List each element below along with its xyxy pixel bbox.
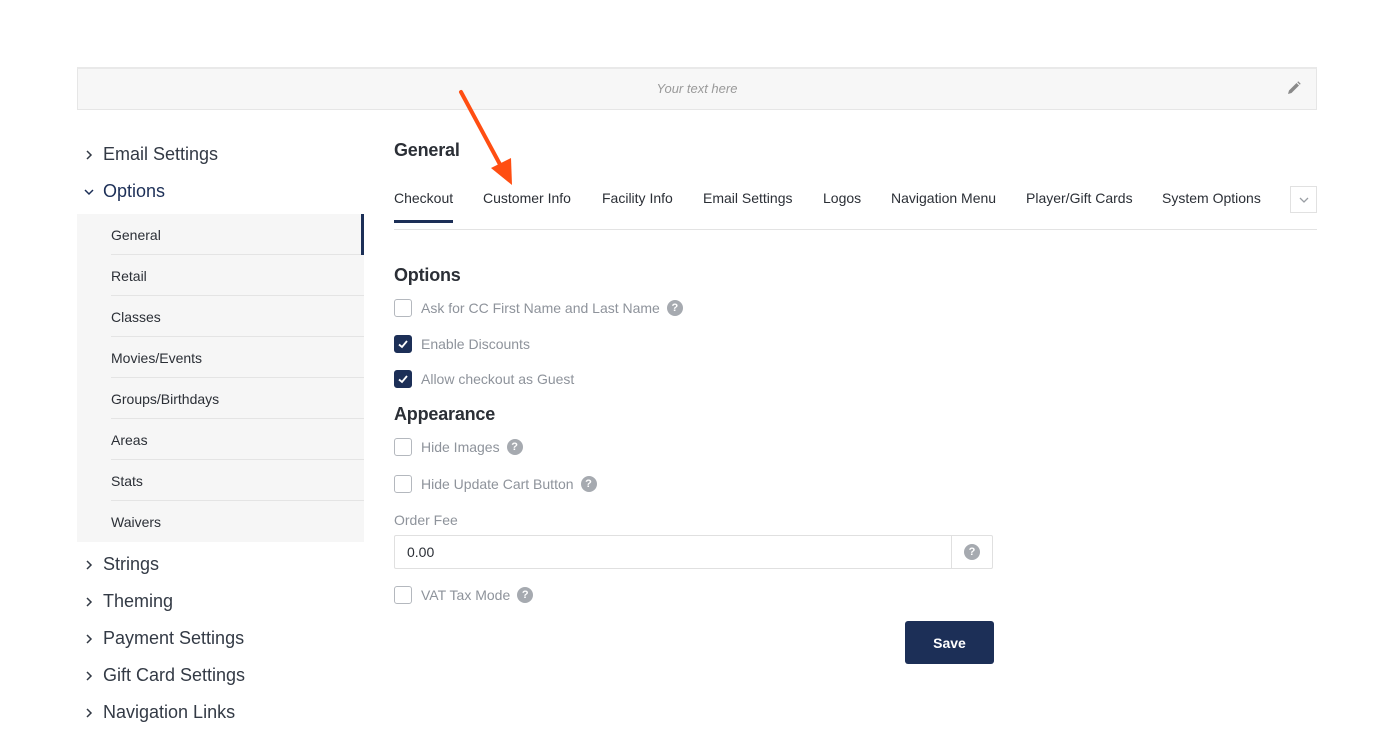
sidebar-group-options[interactable]: Options bbox=[77, 173, 364, 210]
vat-tax-mode-checkbox[interactable] bbox=[394, 586, 412, 604]
order-fee-help[interactable]: ? bbox=[951, 536, 992, 568]
options-heading: Options bbox=[394, 265, 461, 285]
option-hide-update-cart: Hide Update Cart Button ? bbox=[394, 474, 597, 494]
hide-update-cart-checkbox[interactable] bbox=[394, 475, 412, 493]
option-vat-tax-mode: VAT Tax Mode ? bbox=[394, 585, 534, 605]
settings-sidebar: Email Settings Options General Retail Cl… bbox=[77, 136, 364, 731]
chevron-right-icon bbox=[86, 633, 93, 644]
hide-images-checkbox[interactable] bbox=[394, 438, 412, 456]
sidebar-item-stats[interactable]: Stats bbox=[77, 460, 364, 501]
enable-discounts-checkbox[interactable] bbox=[394, 335, 412, 353]
sidebar-group-label: Email Settings bbox=[103, 144, 219, 164]
tab-facility-info[interactable]: Facility Info bbox=[602, 190, 673, 220]
appearance-heading: Appearance bbox=[394, 404, 496, 424]
chevron-right-icon bbox=[86, 596, 93, 607]
sidebar-item-areas[interactable]: Areas bbox=[77, 419, 364, 460]
sidebar-group-email-settings[interactable]: Email Settings bbox=[77, 136, 364, 173]
help-icon[interactable]: ? bbox=[580, 476, 597, 492]
option-guest-checkout: Allow checkout as Guest bbox=[394, 369, 574, 389]
help-icon: ? bbox=[964, 544, 980, 560]
sidebar-group-payment-settings[interactable]: Payment Settings bbox=[77, 620, 364, 657]
more-tabs-button[interactable] bbox=[1290, 186, 1317, 213]
help-icon[interactable]: ? bbox=[506, 439, 523, 455]
ask-cc-name-checkbox[interactable] bbox=[394, 299, 412, 317]
sidebar-item-classes[interactable]: Classes bbox=[77, 296, 364, 337]
sidebar-group-label: Strings bbox=[103, 554, 160, 574]
sidebar-group-label: Gift Card Settings bbox=[103, 665, 246, 685]
sidebar-item-groups-birthdays[interactable]: Groups/Birthdays bbox=[77, 378, 364, 419]
sidebar-group-label: Options bbox=[103, 181, 166, 201]
sidebar-group-gift-card-settings[interactable]: Gift Card Settings bbox=[77, 657, 364, 694]
pencil-icon[interactable] bbox=[1286, 80, 1302, 96]
banner-placeholder-text: Your text here bbox=[656, 81, 738, 96]
order-fee-field: ? bbox=[394, 535, 993, 569]
checkmark-icon bbox=[398, 340, 408, 349]
page-title: General bbox=[394, 140, 460, 160]
sidebar-group-theming[interactable]: Theming bbox=[77, 583, 364, 620]
custom-text-banner[interactable]: Your text here bbox=[77, 67, 1317, 110]
option-label: Ask for CC First Name and Last Name bbox=[421, 300, 660, 316]
chevron-right-icon bbox=[86, 670, 93, 681]
tab-player-gift-cards[interactable]: Player/Gift Cards bbox=[1026, 190, 1133, 220]
sidebar-item-retail[interactable]: Retail bbox=[77, 255, 364, 296]
option-label: Allow checkout as Guest bbox=[421, 371, 575, 387]
sidebar-item-movies-events[interactable]: Movies/Events bbox=[77, 337, 364, 378]
help-icon[interactable]: ? bbox=[666, 300, 683, 316]
order-fee-input[interactable] bbox=[395, 536, 951, 568]
sidebar-group-label: Navigation Links bbox=[103, 702, 236, 722]
tab-bar: Checkout Customer Info Facility Info Ema… bbox=[394, 178, 1317, 230]
chevron-right-icon bbox=[86, 559, 93, 570]
chevron-down-icon bbox=[84, 188, 94, 195]
sidebar-group-strings[interactable]: Strings bbox=[77, 546, 364, 583]
chevron-right-icon bbox=[86, 149, 93, 160]
option-enable-discounts: Enable Discounts bbox=[394, 334, 530, 354]
checkmark-icon bbox=[398, 375, 408, 384]
option-label: Hide Update Cart Button bbox=[421, 476, 574, 492]
sidebar-item-waivers[interactable]: Waivers bbox=[77, 501, 364, 542]
option-ask-cc-name: Ask for CC First Name and Last Name ? bbox=[394, 298, 683, 318]
options-submenu: General Retail Classes Movies/Events Gro… bbox=[77, 214, 364, 542]
option-label: Enable Discounts bbox=[421, 336, 530, 352]
main-panel: General Checkout Customer Info Facility … bbox=[394, 140, 1317, 230]
sidebar-group-navigation-links[interactable]: Navigation Links bbox=[77, 694, 364, 731]
tab-logos[interactable]: Logos bbox=[823, 190, 861, 220]
tab-customer-info[interactable]: Customer Info bbox=[483, 190, 571, 220]
help-icon[interactable]: ? bbox=[517, 587, 534, 603]
option-label: Hide Images bbox=[421, 439, 500, 455]
tab-checkout[interactable]: Checkout bbox=[394, 190, 454, 223]
sidebar-group-label: Payment Settings bbox=[103, 628, 245, 648]
save-button[interactable]: Save bbox=[905, 621, 994, 664]
chevron-down-icon bbox=[1299, 197, 1308, 203]
tab-email-settings[interactable]: Email Settings bbox=[703, 190, 792, 220]
tab-navigation-menu[interactable]: Navigation Menu bbox=[891, 190, 996, 220]
tab-system-options[interactable]: System Options bbox=[1162, 190, 1261, 220]
sidebar-item-general[interactable]: General bbox=[77, 214, 364, 255]
sidebar-group-label: Theming bbox=[103, 591, 174, 611]
guest-checkout-checkbox[interactable] bbox=[394, 370, 412, 388]
chevron-right-icon bbox=[86, 707, 93, 718]
option-label: VAT Tax Mode bbox=[421, 587, 511, 603]
option-hide-images: Hide Images ? bbox=[394, 437, 523, 457]
order-fee-label: Order Fee bbox=[394, 512, 458, 528]
